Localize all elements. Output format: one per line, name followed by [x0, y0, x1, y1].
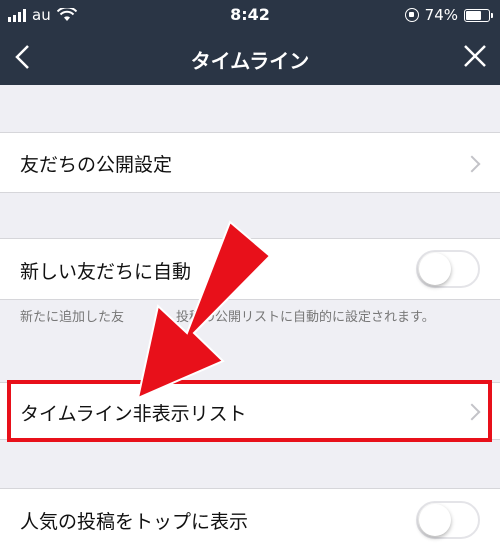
timeline-hidden-list-label: タイムライン非表示リスト: [20, 403, 247, 425]
nav-bar: タイムライン: [0, 32, 500, 85]
popular-posts-label: 人気の投稿をトップに表示: [20, 511, 249, 533]
friend-privacy-row[interactable]: 友だちの公開設定: [0, 132, 500, 193]
auto-add-friends-toggle[interactable]: [416, 250, 480, 288]
auto-add-friends-row: 新しい友だちに自動: [0, 238, 500, 300]
auto-add-friends-label: 新しい友だちに自動: [20, 261, 192, 283]
toggle-knob: [419, 504, 451, 536]
orientation-lock-icon: [404, 8, 419, 22]
toggle-knob: [419, 253, 451, 285]
page-title: タイムライン: [190, 49, 310, 73]
status-bar: au 8:42 74%: [0, 0, 500, 32]
status-right: 74%: [404, 6, 493, 24]
auto-add-friends-note: 新たに追加した友 投稿の公開リストに自動的に設定されます。: [20, 310, 435, 325]
popular-posts-row: 人気の投稿をトップに表示: [0, 488, 500, 552]
battery-icon: [464, 8, 493, 22]
chevron-right-icon: [463, 155, 481, 173]
battery-percent: 74%: [424, 6, 458, 24]
chevron-right-icon: [463, 403, 481, 421]
friend-privacy-label: 友だちの公開設定: [20, 154, 173, 176]
popular-posts-toggle[interactable]: [416, 501, 480, 539]
close-icon[interactable]: [462, 43, 488, 69]
timeline-hidden-list-row[interactable]: タイムライン非表示リスト: [0, 382, 500, 440]
